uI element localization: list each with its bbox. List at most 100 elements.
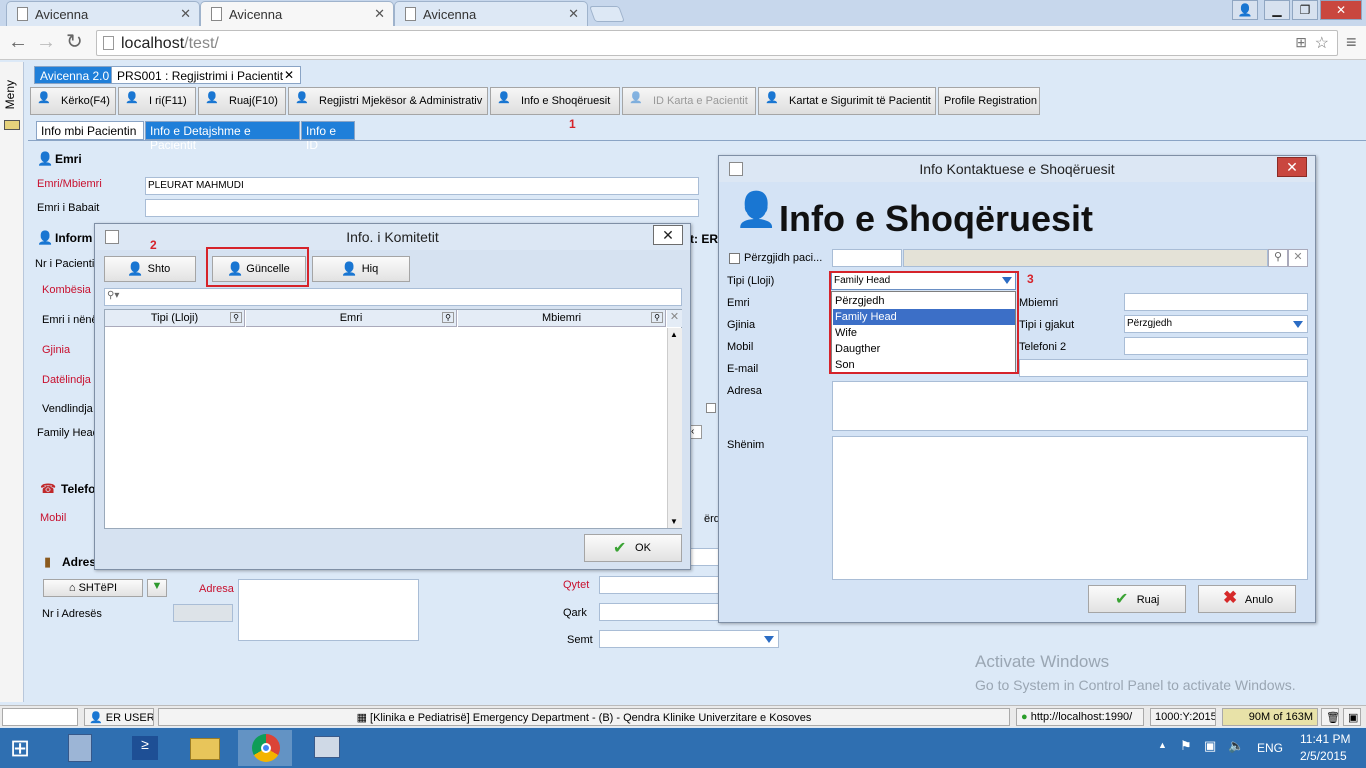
remote-app-icon[interactable]: [300, 730, 354, 766]
father-name-input[interactable]: [145, 199, 699, 217]
cancel-button[interactable]: ✖ Anulo: [1198, 585, 1296, 613]
user-registry-icon: 👤: [295, 92, 309, 104]
browser-tab-active[interactable]: Avicenna ✕: [200, 1, 394, 27]
side-menu[interactable]: Meny: [0, 62, 24, 702]
close-tab-icon[interactable]: ✕: [374, 6, 385, 22]
companion-info-button[interactable]: 👤 Info e Shoqëruesit: [490, 87, 620, 115]
minimize-button[interactable]: ▁: [1264, 0, 1290, 20]
column-header-type[interactable]: Tipi (Lloji) ⚲: [105, 310, 245, 327]
browser-tab[interactable]: Avicenna ✕: [394, 1, 588, 26]
vertical-scrollbar[interactable]: ▲ ▼: [667, 328, 682, 528]
user-icon[interactable]: 👤: [1232, 0, 1258, 20]
checkbox[interactable]: [706, 403, 716, 413]
save-button[interactable]: ✔ Ruaj: [1088, 585, 1186, 613]
chevron-left-icon[interactable]: ‹: [690, 425, 702, 439]
phone2-input[interactable]: [1124, 337, 1308, 355]
powershell-icon[interactable]: ≥: [118, 730, 172, 766]
add-address-icon[interactable]: ▼: [147, 579, 167, 597]
id-card-button[interactable]: 👤 ID Karta e Pacientit: [622, 87, 756, 115]
remove-button[interactable]: 👤 Hiq: [312, 256, 410, 282]
new-button[interactable]: 👤 I ri(F11): [118, 87, 196, 115]
column-header-surname[interactable]: Mbiemri ⚲: [458, 310, 666, 327]
clock-date[interactable]: 2/5/2015: [1300, 749, 1347, 763]
close-page-icon[interactable]: ✕: [284, 68, 294, 82]
partial-input[interactable]: [690, 548, 720, 566]
chrome-icon[interactable]: [238, 730, 292, 766]
reload-icon[interactable]: ↻: [66, 32, 83, 52]
chevron-down-icon[interactable]: [761, 632, 777, 646]
tab-patient-info[interactable]: Info mbi Pacientin: [36, 121, 144, 140]
search-icon[interactable]: ⚲: [1268, 249, 1288, 267]
file-explorer-icon[interactable]: [178, 730, 232, 766]
note-textarea[interactable]: [832, 436, 1308, 580]
search-button[interactable]: 👤 Kërko(F4): [30, 87, 116, 115]
clock-time[interactable]: 11:41 PM: [1300, 732, 1350, 746]
close-dialog-button[interactable]: ✕: [1277, 157, 1307, 177]
url-bar[interactable]: localhost/test/ ⊞ ☆: [96, 30, 1338, 56]
village-select[interactable]: [599, 630, 779, 648]
ok-button[interactable]: ✔ OK: [584, 534, 682, 562]
clear-icon[interactable]: ✕: [1288, 249, 1308, 267]
blood-type-select[interactable]: Përzgjedh: [1124, 315, 1308, 333]
browser-tab-strip: Avicenna ✕ Avicenna ✕ Avicenna ✕ 👤 ▁ ❐ ✕: [0, 0, 1366, 27]
bookmark-star-icon[interactable]: ☆: [1315, 33, 1329, 53]
network-icon[interactable]: ▣: [1204, 738, 1216, 754]
profile-registration-button[interactable]: Profile Registration: [938, 87, 1040, 115]
filter-icon[interactable]: ⚲: [230, 312, 242, 323]
mobile-label: Mobil: [40, 512, 67, 524]
filter-icon[interactable]: ⚲: [651, 312, 663, 323]
patient-code-input[interactable]: [832, 249, 902, 267]
type-label: Tipi (Lloji): [727, 275, 775, 287]
translate-icon[interactable]: ⊞: [1295, 34, 1307, 51]
insurance-cards-button[interactable]: 👤 Kartat e Sigurimit të Pacientit: [758, 87, 936, 115]
email-input[interactable]: [1019, 359, 1308, 377]
gc-icon[interactable]: ▣: [1343, 708, 1361, 726]
forward-icon[interactable]: →: [36, 32, 56, 52]
patient-search-input[interactable]: [903, 249, 1268, 267]
trash-icon[interactable]: 🗑: [1321, 708, 1339, 726]
full-name-input[interactable]: PLEURAT MAHMUDI: [145, 177, 699, 195]
save-button[interactable]: 👤 Ruaj(F10): [198, 87, 286, 115]
status-input[interactable]: [2, 708, 78, 726]
district-input[interactable]: [599, 603, 719, 621]
filter-input[interactable]: ⚲▾: [104, 288, 682, 306]
browser-tab[interactable]: Avicenna ✕: [6, 1, 200, 26]
close-window-button[interactable]: ✕: [1320, 0, 1362, 20]
language-indicator[interactable]: ENG: [1257, 741, 1283, 755]
home-address-button[interactable]: ⌂ SHTëPI: [43, 579, 143, 597]
menu-icon[interactable]: ≡: [1346, 32, 1357, 52]
server-manager-icon[interactable]: [54, 730, 108, 766]
scroll-down-icon[interactable]: ▼: [670, 517, 678, 526]
select-patient-checkbox[interactable]: [729, 253, 740, 264]
close-tab-icon[interactable]: ✕: [568, 6, 579, 22]
filter-icon[interactable]: ⚲: [442, 312, 454, 323]
breadcrumb-page-tab[interactable]: PRS001 : Regjistrimi i Pacientit ✕: [111, 66, 301, 84]
address-number-input[interactable]: [173, 604, 233, 622]
show-hidden-icons-icon[interactable]: ▲: [1158, 740, 1167, 750]
annotation-marker-2: 2: [150, 238, 157, 252]
person-icon: 👤: [37, 151, 54, 166]
tab-id-info[interactable]: Info e ID: [301, 121, 355, 152]
close-tab-icon[interactable]: ✕: [180, 6, 191, 22]
scroll-up-icon[interactable]: ▲: [670, 330, 678, 339]
clear-filter-icon[interactable]: ✕: [667, 310, 682, 327]
close-dialog-button[interactable]: ✕: [653, 225, 683, 245]
back-icon[interactable]: ←: [8, 32, 28, 52]
column-header-name[interactable]: Emri ⚲: [246, 310, 457, 327]
flag-icon[interactable]: ⚑: [1180, 738, 1192, 754]
last-name-input[interactable]: [1124, 293, 1308, 311]
add-button[interactable]: 👤 Shto: [104, 256, 196, 282]
chevron-down-icon[interactable]: [1290, 317, 1306, 331]
registry-button[interactable]: 👤 Regjistri Mjekësor & Administrativ: [288, 87, 488, 115]
windows-start-icon[interactable]: ⊞: [10, 734, 30, 763]
address-textarea[interactable]: [238, 579, 419, 641]
city-input[interactable]: [599, 576, 719, 594]
gender-label: Gjinia: [727, 319, 756, 331]
new-tab-button[interactable]: [589, 6, 625, 22]
address-textarea[interactable]: [832, 381, 1308, 431]
volume-muted-icon[interactable]: 🔈: [1228, 738, 1244, 754]
java-icon: [729, 162, 743, 176]
tab-patient-details[interactable]: Info e Detajshme e Pacientit: [145, 121, 300, 152]
maximize-button[interactable]: ❐: [1292, 0, 1318, 20]
breadcrumb-root[interactable]: Avicenna 2.0: [34, 66, 116, 84]
